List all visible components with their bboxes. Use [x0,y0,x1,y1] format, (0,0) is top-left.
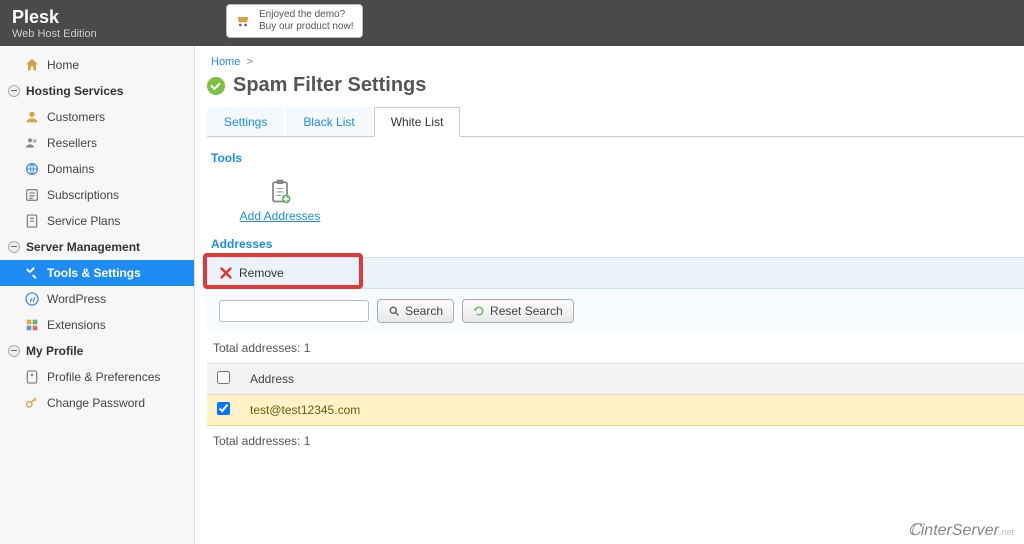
col-address[interactable]: Address [240,364,1024,395]
sidebar-group-hosting[interactable]: Hosting Services [0,78,194,104]
reset-search-button[interactable]: Reset Search [462,299,574,323]
add-addresses-button[interactable]: Add Addresses [235,177,325,223]
cart-icon [235,13,251,29]
total-bottom: Total addresses: 1 [207,426,1024,456]
sidebar-item-extensions[interactable]: Extensions [0,312,194,338]
sidebar-item-domains[interactable]: Domains [0,156,194,182]
section-tools-title: Tools [211,151,1024,165]
extensions-icon [24,317,40,333]
sidebar-item-label: Customers [47,110,105,124]
tab-white-list[interactable]: White List [374,107,461,137]
sidebar-item-label: Subscriptions [47,188,119,202]
promo-line1: Enjoyed the demo? [259,9,354,21]
brand-title: Plesk [12,7,97,28]
sidebar-item-service-plans[interactable]: Service Plans [0,208,194,234]
total-top: Total addresses: 1 [207,333,1024,363]
addresses-table: Address test@test12345.com [207,363,1024,426]
sidebar-item-label: Service Plans [47,214,120,228]
sidebar-item-home[interactable]: Home [0,52,194,78]
reset-search-label: Reset Search [490,304,563,318]
sidebar-item-label: Extensions [47,318,106,332]
add-addresses-link[interactable]: Add Addresses [240,209,321,223]
home-icon [24,57,40,73]
row-address: test@test12345.com [240,395,1024,426]
search-icon [388,305,400,317]
row-checkbox[interactable] [217,402,230,415]
page-title-row: Spam Filter Settings [207,74,1024,97]
sidebar-group-server[interactable]: Server Management [0,234,194,260]
sidebar-item-resellers[interactable]: Resellers [0,130,194,156]
list-icon [24,187,40,203]
globe-icon [24,161,40,177]
promo-text: Enjoyed the demo? Buy our product now! [259,9,354,33]
promo-line2: Buy our product now! [259,21,354,33]
sidebar-item-tools-settings[interactable]: Tools & Settings [0,260,194,286]
remove-label: Remove [239,266,284,280]
main-content: Home > Spam Filter Settings Settings Bla… [195,46,1024,544]
user-icon [24,109,40,125]
breadcrumb: Home > [207,56,1024,74]
app-header: Plesk Web Host Edition Enjoyed the demo?… [0,0,1024,46]
users-icon [24,135,40,151]
sidebar-item-label: Profile & Preferences [47,370,160,384]
remove-button[interactable]: Remove [207,258,1024,289]
collapse-icon[interactable] [8,345,20,357]
search-input[interactable] [219,300,369,322]
sidebar-group-profile[interactable]: My Profile [0,338,194,364]
sidebar-item-label: Change Password [47,396,145,410]
search-label: Search [405,304,443,318]
brand: Plesk Web Host Edition [12,7,97,40]
sidebar-item-wordpress[interactable]: WordPress [0,286,194,312]
page-title: Spam Filter Settings [233,74,426,97]
sidebar-item-label: Tools & Settings [47,266,141,280]
sidebar-group-label: Server Management [26,240,140,254]
tools-icon [24,265,40,281]
col-checkbox [207,364,240,395]
sidebar-item-label: WordPress [47,292,106,306]
clipboard-add-icon [266,177,294,205]
wordpress-icon [24,291,40,307]
sidebar-item-label: Resellers [47,136,97,150]
breadcrumb-home[interactable]: Home [211,56,240,68]
remove-icon [219,266,233,280]
tab-black-list[interactable]: Black List [286,107,371,136]
sidebar-group-label: My Profile [26,344,83,358]
sidebar: Home Hosting Services Customers Reseller… [0,46,195,544]
key-icon [24,395,40,411]
sidebar-item-customers[interactable]: Customers [0,104,194,130]
sidebar-group-label: Hosting Services [26,84,123,98]
profile-icon [24,369,40,385]
sidebar-item-subscriptions[interactable]: Subscriptions [0,182,194,208]
addresses-toolbar: Remove [207,257,1024,289]
sidebar-item-label: Home [47,58,79,72]
sidebar-item-label: Domains [47,162,94,176]
reset-icon [473,305,485,317]
check-icon [207,77,225,95]
select-all-checkbox[interactable] [217,371,230,384]
table-row[interactable]: test@test12345.com [207,395,1024,426]
footer-brand: ℂinterServer.net [908,520,1014,540]
brand-subtitle: Web Host Edition [12,28,97,40]
collapse-icon[interactable] [8,241,20,253]
collapse-icon[interactable] [8,85,20,97]
search-row: Search Reset Search [207,289,1024,333]
search-button[interactable]: Search [377,299,454,323]
tab-settings[interactable]: Settings [207,107,284,136]
doc-icon [24,213,40,229]
promo-banner[interactable]: Enjoyed the demo? Buy our product now! [226,4,363,38]
sidebar-item-profile-prefs[interactable]: Profile & Preferences [0,364,194,390]
sidebar-item-change-password[interactable]: Change Password [0,390,194,416]
section-addresses-title: Addresses [211,237,1024,251]
tabs: Settings Black List White List [207,107,1024,137]
